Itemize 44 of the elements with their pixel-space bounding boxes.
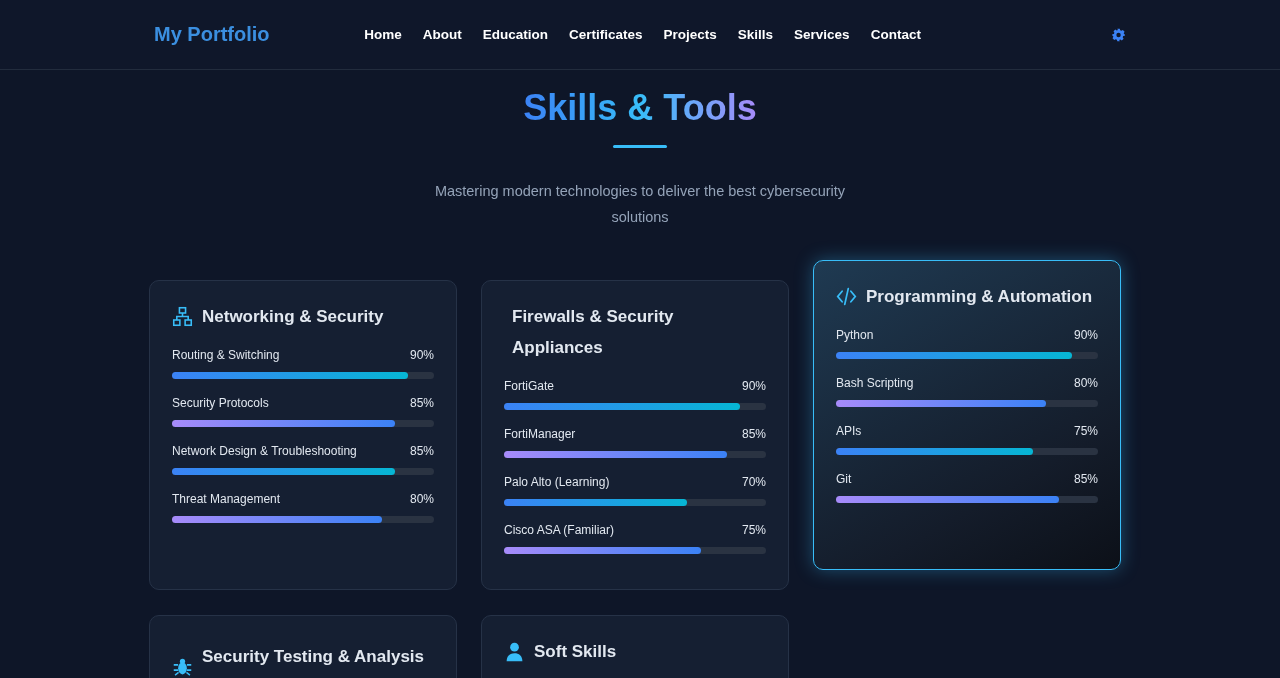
skill-name: Security Protocols <box>172 396 269 410</box>
skill-percent: 75% <box>741 523 766 537</box>
skill-percent: 85% <box>409 396 434 410</box>
network-icon <box>172 306 193 327</box>
nav-link[interactable]: Skills <box>737 27 774 42</box>
skill-name: Routing & Switching <box>172 348 280 362</box>
skill-percent: 90% <box>409 348 434 362</box>
skill-name: Palo Alto (Learning) <box>504 475 610 489</box>
skill-name: FortiManager <box>504 427 576 441</box>
skill-percent: 75% <box>1073 424 1098 438</box>
nav-link[interactable]: Services <box>794 27 850 42</box>
person-icon <box>504 641 525 662</box>
card-title: Networking & Security <box>202 306 384 328</box>
skill-percent: 85% <box>741 427 766 441</box>
nav-link[interactable]: Projects <box>663 27 717 42</box>
nav-link[interactable]: Education <box>482 27 548 42</box>
card-title: Soft Skills <box>534 641 617 663</box>
logo-text[interactable]: My Portfolio <box>154 23 353 46</box>
skill-name: Python <box>836 328 874 342</box>
skill-name: Git <box>836 472 852 486</box>
section-subtitle: Mastering modern technologies to deliver the best cybersecurity solutions <box>433 182 847 227</box>
nav-link[interactable]: Home <box>364 27 402 42</box>
nav-link[interactable]: About <box>422 27 462 42</box>
skill-percent: 90% <box>1073 328 1098 342</box>
nav-link[interactable]: Contact <box>870 27 921 42</box>
card-title: Programming & Automation <box>866 286 1093 308</box>
nav-link[interactable]: Certificates <box>568 27 643 42</box>
card-title: Firewalls & Security Appliances <box>511 306 675 359</box>
skill-name: Cisco ASA (Familiar) <box>504 523 615 537</box>
skill-name: Network Design & Troubleshooting <box>172 444 357 458</box>
skill-percent: 85% <box>1073 472 1098 486</box>
skill-name: Bash Scripting <box>836 376 914 390</box>
skill-name: APIs <box>836 424 862 438</box>
skill-name: Threat Management <box>172 492 281 506</box>
skill-name: FortiGate <box>504 379 554 393</box>
card-title: Security Testing & Analysis <box>202 646 424 668</box>
skill-percent: 90% <box>741 379 766 393</box>
skill-percent: 80% <box>409 492 434 506</box>
skill-percent: 80% <box>1073 376 1098 390</box>
bug-icon <box>172 656 193 677</box>
skill-percent: 70% <box>741 475 766 489</box>
settings-icon[interactable] <box>1110 26 1126 43</box>
code-icon <box>836 286 857 307</box>
skill-percent: 85% <box>409 444 434 458</box>
